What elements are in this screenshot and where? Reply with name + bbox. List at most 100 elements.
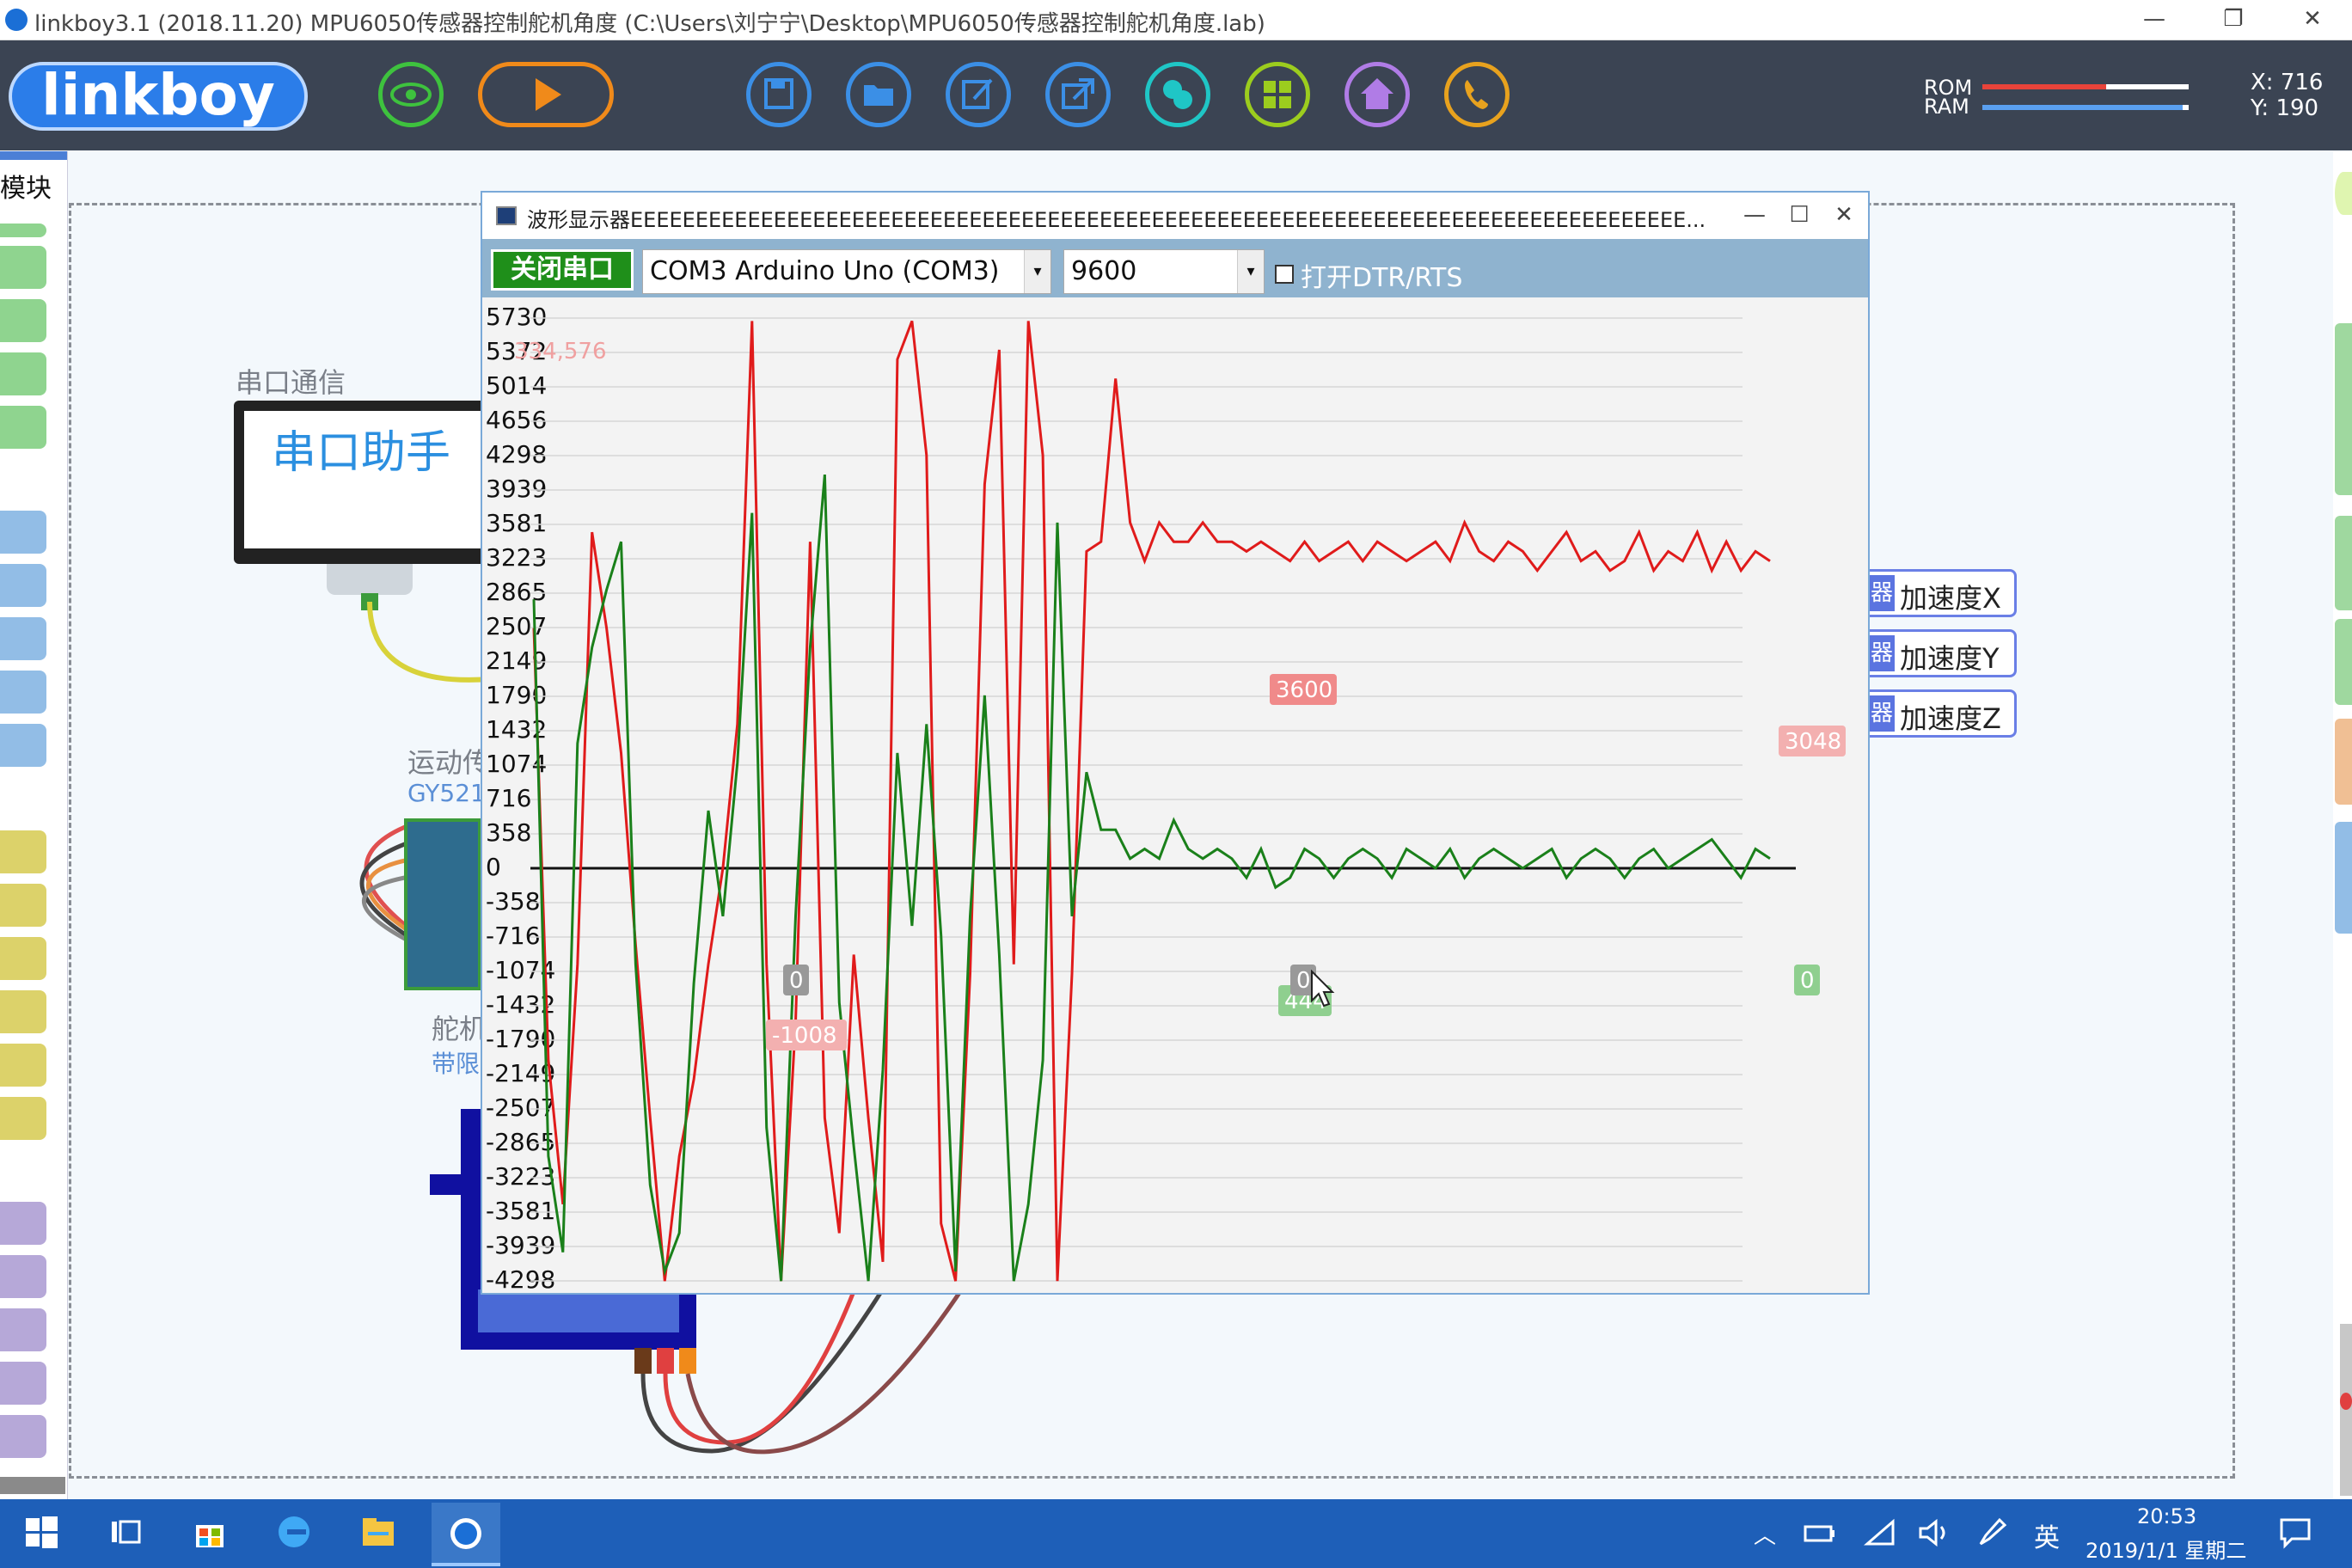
store-icon[interactable] bbox=[191, 1513, 229, 1551]
rom-meter bbox=[1982, 84, 2189, 89]
phone-icon[interactable] bbox=[1444, 62, 1510, 127]
app-icon bbox=[5, 9, 28, 31]
windows-start-icon[interactable] bbox=[22, 1513, 60, 1551]
module-swatch[interactable] bbox=[0, 564, 46, 607]
module-swatch[interactable] bbox=[0, 1202, 46, 1245]
series-line-0 bbox=[532, 320, 1771, 1282]
wifi-icon[interactable] bbox=[1864, 1518, 1902, 1556]
module-swatch[interactable] bbox=[0, 1255, 46, 1298]
right-panel-tab[interactable] bbox=[2335, 172, 2352, 215]
edge-icon[interactable] bbox=[275, 1513, 313, 1551]
waveform-titlebar[interactable]: 波形显示器EEEEEEEEEEEEEEEEEEEEEEEEEEEEEEEEEEE… bbox=[482, 193, 1868, 239]
minimize-button[interactable]: — bbox=[2115, 0, 2194, 40]
close-button[interactable]: ✕ bbox=[2273, 0, 2352, 40]
module-swatch[interactable] bbox=[0, 937, 46, 980]
task-view-icon[interactable] bbox=[107, 1513, 144, 1551]
red-peak-label: 334,576 bbox=[514, 339, 607, 364]
module-swatch[interactable] bbox=[0, 990, 46, 1033]
motion-sensor-label: 运动传 bbox=[407, 746, 491, 779]
pen-icon[interactable] bbox=[1975, 1516, 2013, 1554]
module-swatch[interactable] bbox=[0, 224, 46, 237]
ram-meter bbox=[1982, 105, 2189, 110]
run-button[interactable] bbox=[478, 62, 614, 127]
waveform-window[interactable]: 波形显示器EEEEEEEEEEEEEEEEEEEEEEEEEEEEEEEEEEE… bbox=[481, 191, 1870, 1295]
battery-icon[interactable] bbox=[1804, 1520, 1841, 1558]
sidebar-top-bar bbox=[0, 151, 67, 160]
module-swatch[interactable] bbox=[0, 511, 46, 554]
window-titlebar: linkboy3.1 (2018.11.20) MPU6050传感器控制舵机角度… bbox=[0, 0, 2352, 40]
zero-label: 0 bbox=[1296, 968, 1311, 994]
tray-chevron-icon[interactable]: ︿ bbox=[1754, 1518, 1776, 1550]
save-icon[interactable] bbox=[746, 62, 812, 127]
sidebar-scrollbar[interactable] bbox=[0, 1477, 65, 1494]
waveform-maximize-button[interactable]: ☐ bbox=[1775, 196, 1823, 236]
module-swatch[interactable] bbox=[0, 617, 46, 660]
rom-meter-fill bbox=[1982, 84, 2106, 89]
sensor-tag-prefix: 器 bbox=[1869, 695, 1895, 732]
dropdown-arrow-icon[interactable]: ▾ bbox=[1024, 250, 1050, 293]
module-swatch[interactable] bbox=[0, 352, 46, 395]
restore-button[interactable]: ❐ bbox=[2194, 0, 2273, 40]
module-swatch[interactable] bbox=[0, 724, 46, 767]
right-panel-tab[interactable] bbox=[2335, 516, 2352, 610]
red-low-label: -1008 bbox=[772, 1023, 837, 1049]
waveform-chart: 334,57636003048-10084440 0 0 bbox=[514, 317, 1846, 1282]
ram-label: RAM bbox=[1924, 95, 1969, 119]
edit-icon[interactable] bbox=[946, 62, 1011, 127]
module-tab[interactable]: 模块 bbox=[0, 167, 52, 205]
module-swatch[interactable] bbox=[0, 1362, 46, 1405]
dropdown-arrow-icon[interactable]: ▾ bbox=[1237, 250, 1264, 293]
module-swatch[interactable] bbox=[0, 406, 46, 449]
ime-indicator[interactable]: 英 bbox=[2034, 1516, 2060, 1554]
preview-eye-icon[interactable] bbox=[378, 62, 444, 127]
module-swatch[interactable] bbox=[0, 830, 46, 873]
sensor-tag-prefix: 器 bbox=[1869, 635, 1895, 671]
zero-label: 0 bbox=[789, 968, 804, 994]
right-panel-tab[interactable] bbox=[2335, 323, 2352, 495]
waveform-plot[interactable]: 5730537250144656429839393581322328652507… bbox=[482, 297, 1868, 1293]
gy521-module[interactable] bbox=[404, 818, 481, 990]
volume-icon[interactable] bbox=[1917, 1518, 1955, 1556]
baud-select-value: 9600 bbox=[1071, 256, 1137, 286]
python-icon[interactable] bbox=[1145, 62, 1210, 127]
port-select[interactable]: COM3 Arduino Uno (COM3) ▾ bbox=[642, 249, 1051, 294]
sensor-tag-accel-z[interactable]: 器 加速度Z bbox=[1869, 689, 2017, 738]
sensor-tag-accel-x[interactable]: 器 加速度X bbox=[1869, 569, 2017, 617]
waveform-minimize-button[interactable]: — bbox=[1730, 196, 1779, 236]
module-swatch[interactable] bbox=[0, 1308, 46, 1351]
notification-icon[interactable] bbox=[2278, 1516, 2316, 1554]
right-scrollbar[interactable] bbox=[2340, 1324, 2352, 1496]
window-title: linkboy3.1 (2018.11.20) MPU6050传感器控制舵机角度… bbox=[34, 11, 1265, 37]
export-icon[interactable] bbox=[1045, 62, 1111, 127]
sensor-tag-label: 加速度X bbox=[1900, 582, 2001, 615]
right-panel-tab[interactable] bbox=[2335, 822, 2352, 934]
linkboy-logo: linkboy bbox=[9, 62, 308, 131]
mouse-cursor-icon bbox=[1311, 970, 1335, 1008]
home-icon[interactable] bbox=[1344, 62, 1410, 127]
modules-grid-icon[interactable] bbox=[1245, 62, 1310, 127]
module-swatch[interactable] bbox=[0, 671, 46, 714]
file-explorer-icon[interactable] bbox=[359, 1513, 397, 1551]
waveform-close-button[interactable]: ✕ bbox=[1820, 196, 1868, 236]
clock-time[interactable]: 20:53 bbox=[2137, 1504, 2196, 1528]
baud-select[interactable]: 9600 ▾ bbox=[1063, 249, 1265, 294]
series-line-1 bbox=[532, 474, 1771, 1282]
motion-sensor-sub: GY521 bbox=[407, 779, 486, 807]
sensor-tag-accel-y[interactable]: 器 加速度Y bbox=[1869, 629, 2017, 677]
right-panel-tab[interactable] bbox=[2335, 619, 2352, 705]
dtr-checkbox[interactable] bbox=[1275, 265, 1294, 284]
module-swatch[interactable] bbox=[0, 1415, 46, 1458]
module-swatch[interactable] bbox=[0, 299, 46, 342]
close-port-button[interactable]: 关闭串口 bbox=[491, 249, 634, 291]
module-swatch[interactable] bbox=[0, 1044, 46, 1087]
module-swatch[interactable] bbox=[0, 884, 46, 927]
open-folder-icon[interactable] bbox=[846, 62, 911, 127]
servo-sub: 带限 bbox=[432, 1050, 481, 1078]
module-swatch[interactable] bbox=[0, 1097, 46, 1140]
module-swatch[interactable] bbox=[0, 246, 46, 289]
waveform-app-icon bbox=[496, 206, 517, 225]
serial-monitor-module[interactable]: 串口助手 bbox=[234, 401, 493, 564]
clock-date[interactable]: 2019/1/1 星期二 bbox=[2086, 1534, 2246, 1564]
taskbar-linkboy-active[interactable] bbox=[432, 1503, 500, 1566]
right-panel-tab[interactable] bbox=[2335, 719, 2352, 805]
